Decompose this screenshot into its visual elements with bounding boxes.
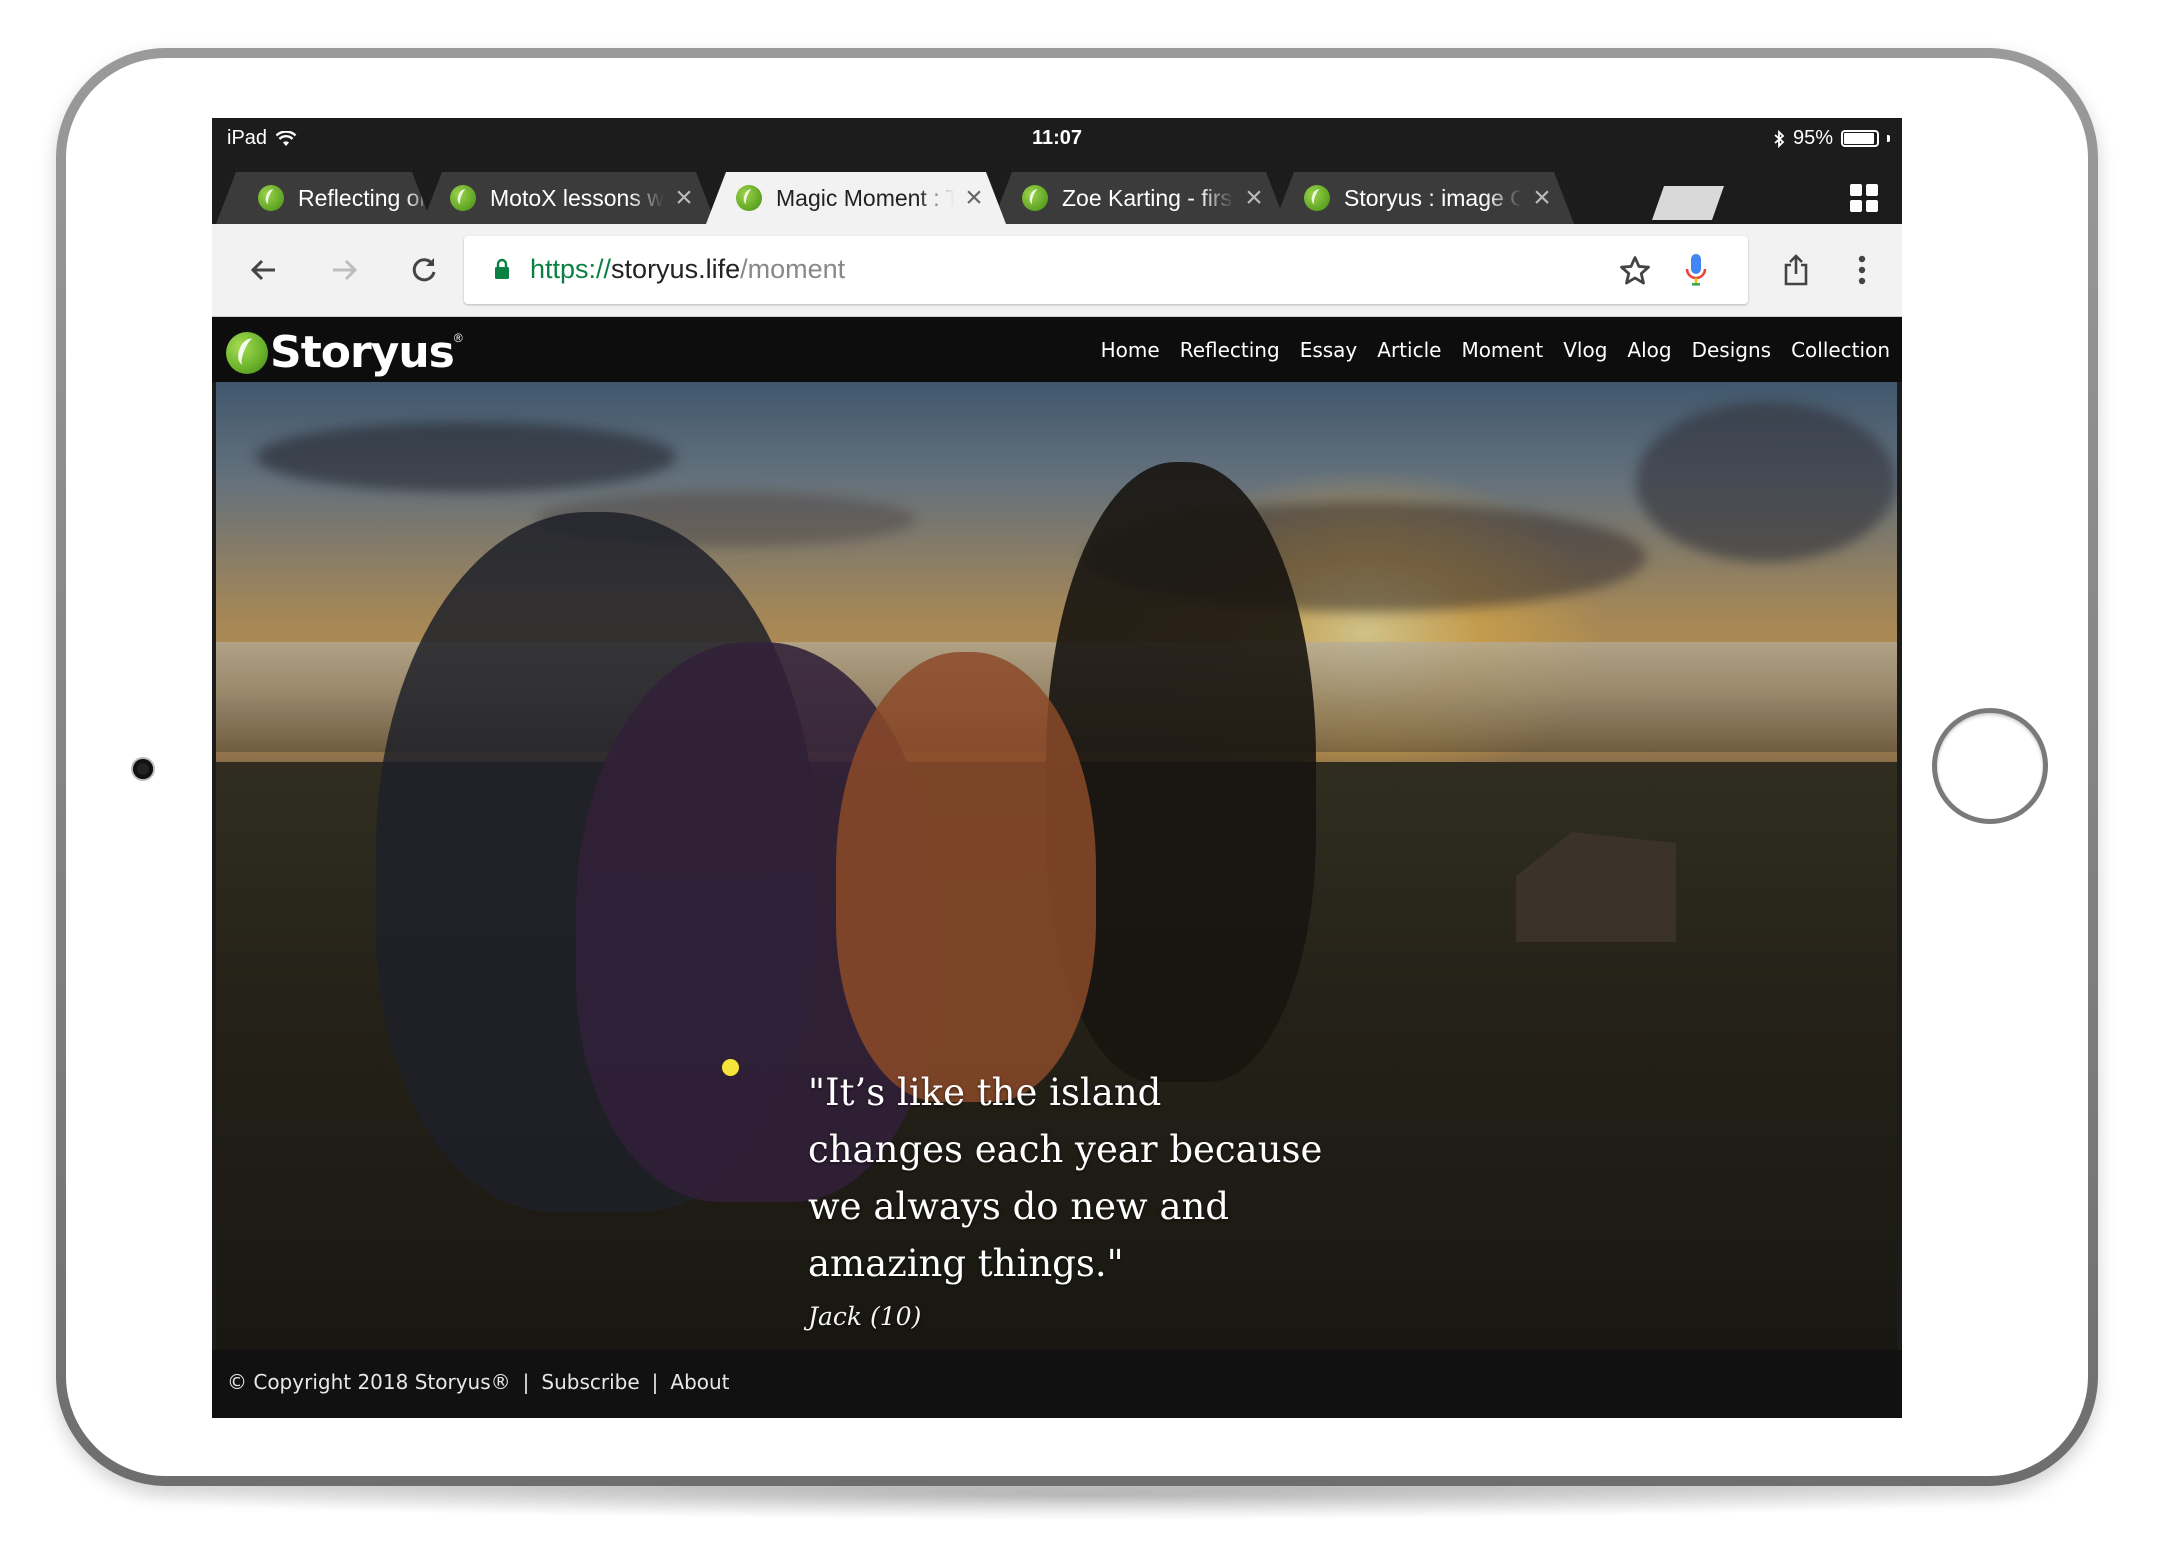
footer-links: © Copyright 2018 Storyus® | Subscribe | … (227, 1370, 730, 1394)
back-button[interactable] (236, 242, 292, 298)
status-bar: iPad 11:07 95% (212, 118, 1902, 164)
main-nav: Home Reflecting Essay Article Moment Vlo… (1101, 338, 1890, 362)
tab-storyus-image[interactable]: Storyus : image C × (1274, 172, 1574, 224)
battery-percent: 95% (1792, 127, 1833, 149)
logo-registered: ® (453, 331, 463, 345)
favicon-icon (1304, 185, 1330, 211)
nav-alog[interactable]: Alog (1627, 338, 1671, 362)
share-button[interactable] (1768, 242, 1824, 298)
star-icon[interactable] (1618, 254, 1652, 288)
bluetooth-icon (1774, 129, 1785, 148)
favicon-icon (450, 185, 476, 211)
tab-reflecting[interactable]: Reflecting on t (216, 172, 432, 224)
tab-title: Zoe Karting - first (1062, 184, 1234, 211)
url-text: https://storyus.life/moment (530, 254, 845, 285)
close-icon[interactable]: × (664, 181, 704, 215)
nav-vlog[interactable]: Vlog (1563, 338, 1607, 362)
nav-reflecting[interactable]: Reflecting (1180, 338, 1280, 362)
battery-icon (1841, 130, 1879, 147)
logo-text: Storyus (270, 327, 455, 378)
nav-home[interactable]: Home (1101, 338, 1160, 362)
favicon-icon (736, 185, 762, 211)
tab-zoe-karting[interactable]: Zoe Karting - first × (992, 172, 1286, 224)
url-host: storyus.life (611, 254, 741, 284)
close-icon[interactable]: × (1234, 181, 1274, 215)
screen: iPad 11:07 95% Reflecting on t MotoX les… (212, 118, 1902, 1418)
nav-article[interactable]: Article (1377, 338, 1441, 362)
tab-switcher-icon[interactable] (1850, 184, 1880, 214)
back-arrow-icon (250, 259, 275, 281)
marker-dot (722, 1059, 739, 1076)
hero-photo: "It’s like the island changes each year … (216, 382, 1897, 1350)
reload-button[interactable] (396, 242, 452, 298)
clock: 11:07 (1031, 127, 1083, 149)
quote-author: Jack (10) (808, 1302, 922, 1331)
nav-essay[interactable]: Essay (1300, 338, 1358, 362)
home-button[interactable] (1932, 708, 2048, 824)
footer-separator: | (651, 1370, 659, 1394)
reload-icon (412, 258, 436, 282)
nav-moment[interactable]: Moment (1461, 338, 1543, 362)
share-icon (1784, 254, 1808, 286)
tab-title: Reflecting on t (298, 184, 432, 211)
site-header: Storyus ® Home Reflecting Essay Article … (212, 317, 1902, 382)
lock-icon (495, 258, 509, 279)
footer-separator: | (522, 1370, 530, 1394)
tab-title: MotoX lessons wi (490, 184, 664, 211)
tab-title: Magic Moment : T (776, 184, 954, 211)
front-camera (133, 759, 153, 779)
site-logo[interactable]: Storyus ® (226, 327, 463, 378)
nav-collection[interactable]: Collection (1791, 338, 1890, 362)
close-icon[interactable]: × (1522, 181, 1562, 215)
copyright-text: © Copyright 2018 Storyus® (227, 1370, 511, 1394)
about-link[interactable]: About (670, 1370, 729, 1394)
battery-nub (1887, 135, 1890, 142)
forward-button[interactable] (316, 242, 372, 298)
url-path: /moment (740, 254, 846, 284)
nav-designs[interactable]: Designs (1692, 338, 1771, 362)
forward-arrow-icon (333, 259, 358, 281)
tab-motox[interactable]: MotoX lessons wi × (422, 172, 716, 224)
close-icon[interactable]: × (954, 181, 994, 215)
more-vert-icon (1858, 255, 1866, 285)
favicon-icon (258, 185, 284, 211)
menu-button[interactable] (1834, 242, 1890, 298)
microphone-icon[interactable] (1684, 252, 1708, 290)
hero-quote: "It’s like the island changes each year … (808, 1071, 1323, 1285)
tab-magic-moment[interactable]: Magic Moment : T × (706, 172, 1006, 224)
tab-strip: Reflecting on t MotoX lessons wi × Magic… (212, 164, 1902, 224)
browser-toolbar: https://storyus.life/moment (212, 224, 1902, 317)
new-tab-icon[interactable] (1652, 186, 1724, 220)
storyus-logo-icon (226, 331, 268, 374)
favicon-icon (1022, 185, 1048, 211)
battery-level (1844, 133, 1875, 144)
address-bar[interactable]: https://storyus.life/moment (464, 236, 1748, 304)
tab-title: Storyus : image C (1344, 184, 1522, 211)
subscribe-link[interactable]: Subscribe (541, 1370, 639, 1394)
url-scheme: https:// (530, 254, 612, 284)
status-right: 95% (1773, 127, 1890, 150)
site-footer: © Copyright 2018 Storyus® | Subscribe | … (212, 1350, 1902, 1418)
